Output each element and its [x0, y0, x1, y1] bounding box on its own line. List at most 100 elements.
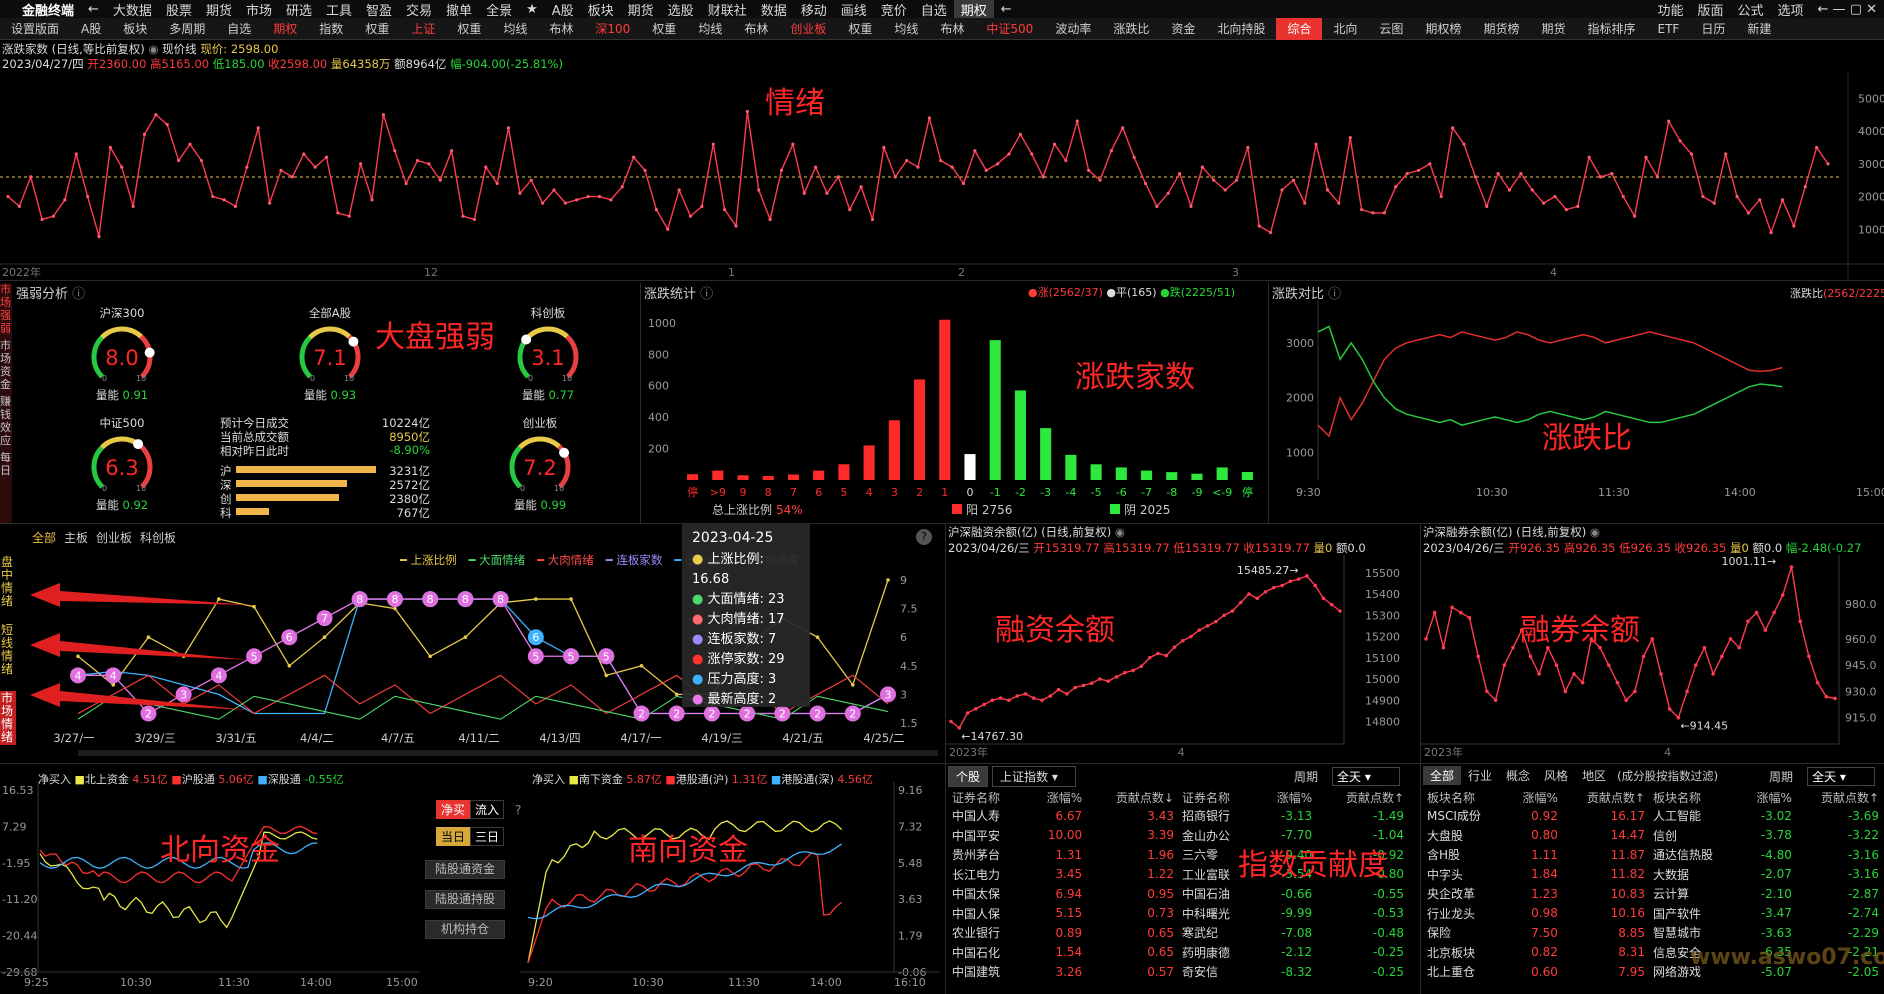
- gauge-中证500[interactable]: 中证500 6.3 0 10 量能 0.92: [82, 415, 162, 515]
- window-controls[interactable]: ← — ▢ ✕: [1811, 2, 1884, 17]
- tab-期货[interactable]: 期货: [1530, 20, 1576, 37]
- today-toggle[interactable]: 当日: [436, 827, 470, 846]
- menu-item[interactable]: 工具: [319, 0, 359, 19]
- gauge-科创板[interactable]: 科创板 3.1 0 10 量能 0.77: [508, 305, 588, 405]
- table-row[interactable]: 中国石化 1.54 0.65 药明康德 -2.12 -0.25: [948, 943, 1408, 963]
- table-row[interactable]: 保险 7.50 8.85 智慧城市 -3.63 -2.29: [1423, 923, 1883, 943]
- tab-权重[interactable]: 权重: [837, 20, 883, 37]
- menu-item[interactable]: 竞价: [874, 0, 914, 19]
- ratio-line-chart[interactable]: 3000 2000 1000 9:30 10:30 11:30 14:00 15:00: [1268, 300, 1884, 504]
- tab-日历[interactable]: 日历: [1690, 20, 1736, 37]
- hk-connect-funds-button[interactable]: 陆股通资金: [425, 860, 505, 879]
- tab-北向[interactable]: 北向: [1322, 20, 1368, 37]
- tab-上证[interactable]: 上证: [400, 20, 446, 37]
- tab-云图[interactable]: 云图: [1368, 20, 1414, 37]
- sector-tab-全部[interactable]: 全部: [1423, 766, 1462, 785]
- column-header[interactable]: 涨幅%: [1256, 788, 1316, 806]
- sent-tab-科创板[interactable]: 科创板: [140, 531, 176, 545]
- table-row[interactable]: 含H股 1.11 11.87 通达信热股 -4.80 -3.16: [1423, 845, 1883, 865]
- table-row[interactable]: 中国建筑 3.26 0.57 奇安信 -8.32 -0.25: [948, 962, 1408, 982]
- menu-item[interactable]: A股: [545, 0, 581, 19]
- contrib-tab-上证指数[interactable]: 上证指数 ▾: [992, 766, 1077, 787]
- sector-tab-行业[interactable]: 行业: [1461, 766, 1499, 785]
- tab-权重[interactable]: 权重: [641, 20, 687, 37]
- tab-新建[interactable]: 新建: [1736, 20, 1782, 37]
- menu-item-right[interactable]: 版面: [1690, 0, 1730, 19]
- tab-指数[interactable]: 指数: [308, 20, 354, 37]
- tab-资金[interactable]: 资金: [1160, 20, 1206, 37]
- inflow-toggle[interactable]: 流入: [470, 800, 504, 819]
- menu-item[interactable]: 交易: [399, 0, 439, 19]
- tab-中证500[interactable]: 中证500: [975, 20, 1044, 37]
- column-header[interactable]: 板块名称: [1649, 788, 1739, 806]
- side-label[interactable]: 短线情绪: [0, 623, 16, 677]
- price-line-toggle-icon[interactable]: ◉: [148, 42, 158, 56]
- column-header[interactable]: 贡献点数↑: [1562, 788, 1649, 806]
- north-flow-chart[interactable]: 16.537.29-1.95-11.20-20.44-29.689:25 10:3…: [0, 782, 420, 994]
- updown-bar-chart[interactable]: 1000 800 600 400 200 停 >9 9 8 7 6 5 4 3 2 1 0 -1 -2 -3 -4 -5 -…: [640, 300, 1268, 520]
- menu-item[interactable]: 期货: [199, 0, 239, 19]
- sent-tab-创业板[interactable]: 创业板: [96, 531, 132, 545]
- column-header[interactable]: 涨幅%: [1026, 788, 1086, 806]
- gauge-全部A股[interactable]: 全部A股 7.1 0 10 量能 0.93: [290, 305, 370, 405]
- menu-item[interactable]: 选股: [661, 0, 701, 19]
- tab-布林[interactable]: 布林: [929, 20, 975, 37]
- period-select[interactable]: 全天 ▾: [1332, 767, 1400, 786]
- table-row[interactable]: MSCI成份 0.92 16.17 人工智能 -3.02 -3.69: [1423, 806, 1883, 826]
- menu-item[interactable]: 期货: [621, 0, 661, 19]
- tab-指标排序[interactable]: 指标排序: [1576, 20, 1646, 37]
- tab-波动率[interactable]: 波动率: [1044, 20, 1102, 37]
- column-header[interactable]: 板块名称: [1423, 788, 1505, 806]
- table-row[interactable]: 中字头 1.84 11.82 大数据 -2.07 -3.16: [1423, 865, 1883, 885]
- net-buy-toggle[interactable]: 净买: [436, 800, 470, 819]
- sent-tab-全部[interactable]: 全部: [32, 531, 56, 545]
- column-header[interactable]: 贡献点数↓: [1086, 788, 1178, 806]
- tab-均线[interactable]: 均线: [883, 20, 929, 37]
- menu-item[interactable]: 全景: [479, 0, 519, 19]
- sector-tab-概念[interactable]: 概念: [1499, 766, 1537, 785]
- table-row[interactable]: 中国人保 5.15 0.73 中科曙光 -9.99 -0.53: [948, 904, 1408, 924]
- menu-item[interactable]: 智盈: [359, 0, 399, 19]
- three-day-toggle[interactable]: 三日: [470, 827, 504, 846]
- column-header[interactable]: 涨幅%: [1505, 788, 1562, 806]
- tab-设置版面[interactable]: 设置版面: [0, 20, 70, 37]
- column-header[interactable]: 贡献点数↑: [1796, 788, 1883, 806]
- margin-financing-chart[interactable]: 15500 15400 15300 15200 15100 15000 14900 14800…: [945, 555, 1420, 763]
- period-select[interactable]: 全天 ▾: [1807, 767, 1875, 786]
- institution-holdings-button[interactable]: 机构持仓: [425, 920, 505, 939]
- menu-item[interactable]: 股票: [159, 0, 199, 19]
- menu-item-right[interactable]: 公式: [1731, 0, 1771, 19]
- tab-布林[interactable]: 布林: [733, 20, 779, 37]
- table-row[interactable]: 中国太保 6.94 0.95 中国石油 -0.66 -0.55: [948, 884, 1408, 904]
- tab-深100[interactable]: 深100: [584, 20, 641, 37]
- menu-item[interactable]: 撤单: [439, 0, 479, 19]
- tab-涨跌比[interactable]: 涨跌比: [1102, 20, 1160, 37]
- menu-item[interactable]: 板块: [581, 0, 621, 19]
- tab-布林[interactable]: 布林: [538, 20, 584, 37]
- menu-item[interactable]: 期权: [953, 0, 994, 19]
- column-header[interactable]: 涨幅%: [1739, 788, 1796, 806]
- margin-short-chart[interactable]: 980.0 960.0 945.0 930.0 915.0 1001.11→ ←914.45…: [1420, 555, 1884, 763]
- tab-期权[interactable]: 期权: [262, 20, 308, 37]
- tab-板块[interactable]: 板块: [112, 20, 158, 37]
- menu-item[interactable]: ★: [519, 2, 545, 17]
- tab-ETF[interactable]: ETF: [1646, 22, 1690, 36]
- menu-item-right[interactable]: 选项: [1771, 0, 1811, 19]
- tab-多周期[interactable]: 多周期: [158, 20, 216, 37]
- tab-权重[interactable]: 权重: [354, 20, 400, 37]
- tab-均线[interactable]: 均线: [687, 20, 733, 37]
- tab-均线[interactable]: 均线: [492, 20, 538, 37]
- side-label[interactable]: 市场情绪: [0, 691, 16, 745]
- table-row[interactable]: 央企改革 1.23 10.83 云计算 -2.10 -2.87: [1423, 884, 1883, 904]
- tab-综合[interactable]: 综合: [1276, 17, 1323, 40]
- table-row[interactable]: 大盘股 0.80 14.47 信创 -3.78 -3.22: [1423, 826, 1883, 846]
- column-header[interactable]: 证券名称: [948, 788, 1026, 806]
- tab-期权榜[interactable]: 期权榜: [1414, 20, 1472, 37]
- menu-item[interactable]: 市场: [239, 0, 279, 19]
- gauge-沪深300[interactable]: 沪深300 8.0 0 10 量能 0.91: [82, 305, 162, 405]
- table-row[interactable]: 中国人寿 6.67 3.43 招商银行 -3.13 -1.49: [948, 806, 1408, 826]
- tab-权重[interactable]: 权重: [446, 20, 492, 37]
- sent-tab-主板[interactable]: 主板: [64, 531, 88, 545]
- menu-item[interactable]: ←: [994, 2, 1019, 17]
- menu-item[interactable]: 大数据: [106, 0, 159, 19]
